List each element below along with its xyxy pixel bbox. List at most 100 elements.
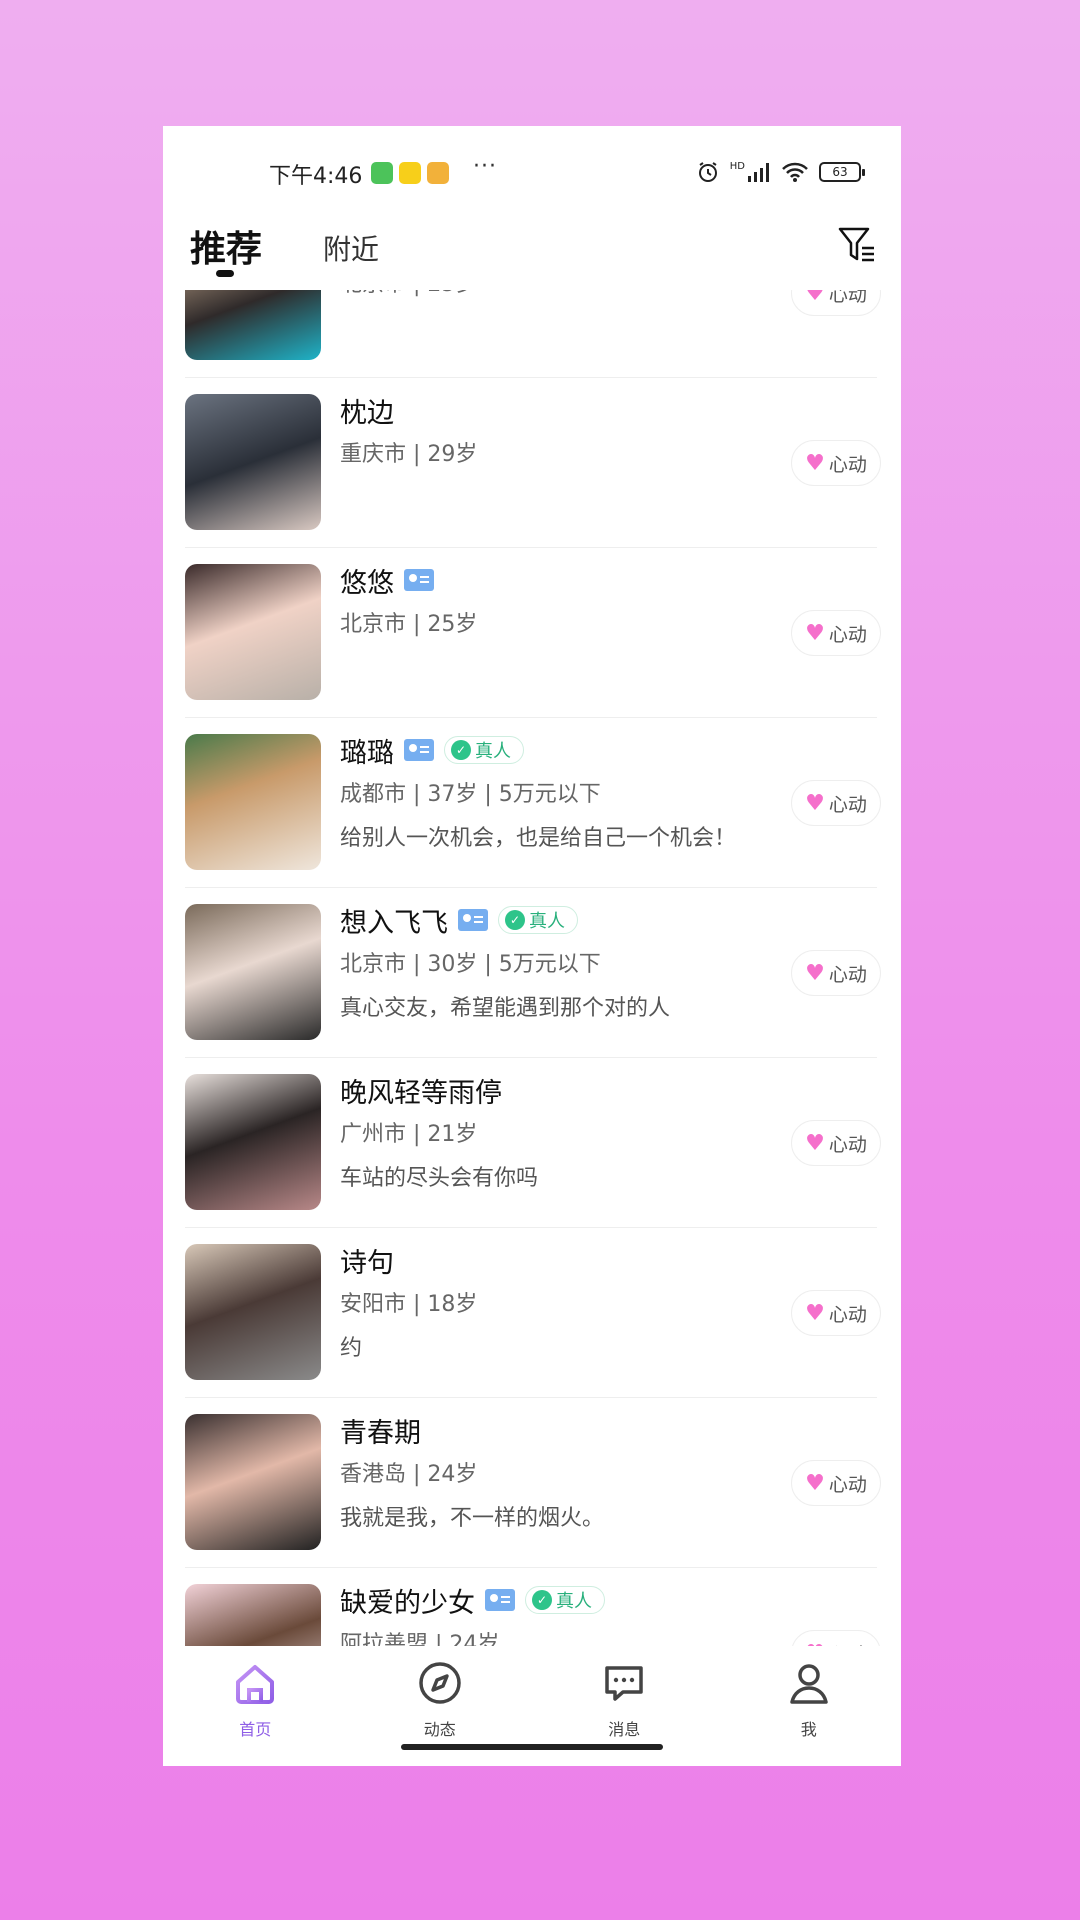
real-person-badge: ✓ 真人 [525, 1586, 605, 1614]
user-info: 缺爱的少女 ✓ 真人阿拉善盟 | 24岁 [340, 1580, 767, 1646]
user-meta: 北京市 | 25岁 [340, 612, 478, 637]
wechat-icon [371, 162, 393, 184]
user-name: 枕边 [340, 397, 394, 429]
nav-item-me[interactable]: 我 [717, 1646, 902, 1766]
user-signature: 给别人一次机会，也是给自己一个机会！ [340, 826, 737, 851]
heart-icon: ♥ [805, 790, 825, 816]
user-info: 璐璐 ✓ 真人 成都市 | 37岁 | 5万元以下 给别人一次机会，也是给自己一个机会！ [340, 730, 767, 852]
user-info: 诗句安阳市 | 18岁约 [340, 1240, 767, 1362]
like-label: 心动 [828, 1473, 867, 1496]
list-item[interactable]: 缺爱的少女 ✓真人阿拉善盟 | 24岁 ♥心动 [185, 1568, 881, 1646]
avatar[interactable] [185, 290, 321, 360]
avatar[interactable] [185, 564, 321, 700]
id-card-icon [404, 739, 434, 761]
list-item[interactable]: 想入飞飞 ✓ 真人北京市 | 30岁 | 5万元以下真心交友，希望能遇到那个对的人 ♥… [185, 888, 881, 1058]
heart-icon: ♥ [805, 450, 825, 476]
wifi-icon [782, 162, 808, 182]
user-list[interactable]: 北京市 | 25岁♥心动枕边重庆市 | 29岁♥心动悠悠北京市 | 25岁♥心动… [163, 290, 901, 1646]
name-row: 璐璐 ✓ 真人 [340, 730, 767, 770]
id-card-icon [485, 1589, 515, 1611]
user-signature: 我就是我，不一样的烟火。 [340, 1506, 605, 1531]
like-label: 心动 [828, 793, 867, 816]
avatar[interactable] [185, 734, 321, 870]
tab-recommend[interactable]: 推荐 [190, 220, 262, 272]
avatar[interactable] [185, 1074, 321, 1210]
like-button[interactable]: ♥心动 [791, 610, 881, 656]
name-row: 缺爱的少女 ✓ 真人 [340, 1580, 767, 1620]
like-button[interactable]: ♥心动 [791, 1120, 881, 1166]
real-person-label: 真人 [475, 741, 511, 762]
app-screen: 下午4:46 ··· HD 63 推荐 附近 北京市 | 25岁♥心动枕边重庆市… [163, 126, 901, 1766]
name-row: 青春期 [340, 1410, 767, 1450]
heart-icon: ♥ [805, 960, 825, 986]
top-tab-bar: 推荐 附近 [163, 210, 901, 290]
user-name: 璐璐 [340, 737, 394, 769]
like-label: 心动 [828, 290, 867, 306]
nav-label-me: 我 [800, 1720, 817, 1739]
user-info: 北京市 | 25岁 [340, 290, 767, 298]
list-item[interactable]: 枕边重庆市 | 29岁 ♥ 心动 [185, 378, 881, 548]
like-button[interactable]: ♥心动 [791, 440, 881, 486]
status-bar: 下午4:46 ··· HD 63 [163, 126, 901, 210]
signal-icon [748, 163, 769, 182]
real-person-label: 真人 [556, 1591, 592, 1612]
user-info: 晚风轻等雨停广州市 | 21岁车站的尽头会有你吗 [340, 1070, 767, 1192]
list-item[interactable]: 悠悠 北京市 | 25岁 ♥ 心动 [185, 548, 881, 718]
user-meta: 安阳市 | 18岁 [340, 1292, 478, 1317]
alarm-icon [698, 162, 717, 182]
avatar[interactable] [185, 1244, 321, 1380]
nav-item-home[interactable]: 首页 [163, 1646, 348, 1766]
like-button[interactable]: ♥心动 [791, 950, 881, 996]
list-item[interactable]: 晚风轻等雨停广州市 | 21岁车站的尽头会有你吗 ♥ 心动 [185, 1058, 881, 1228]
list-item[interactable]: 诗句安阳市 | 18岁约 ♥ 心动 [185, 1228, 881, 1398]
name-row: 想入飞飞 ✓ 真人 [340, 900, 767, 940]
profile-icon [790, 1664, 828, 1704]
like-label: 心动 [828, 453, 867, 476]
user-name: 缺爱的少女 [340, 1587, 475, 1619]
name-row: 诗句 [340, 1240, 767, 1280]
status-right-group: HD 63 [696, 160, 865, 184]
compass-icon [419, 1662, 461, 1704]
chat-icon [605, 1666, 643, 1701]
user-signature: 真心交友，希望能遇到那个对的人 [340, 996, 671, 1021]
active-tab-indicator [216, 270, 234, 277]
network-label: HD [729, 160, 745, 172]
user-name: 想入飞飞 [340, 907, 448, 939]
tab-nearby[interactable]: 附近 [323, 228, 379, 268]
filter-icon[interactable] [837, 224, 877, 266]
user-meta: 香港岛 | 24岁 [340, 1462, 478, 1487]
avatar[interactable] [185, 1584, 321, 1646]
user-meta: 重庆市 | 29岁 [340, 442, 478, 467]
user-info: 枕边重庆市 | 29岁 [340, 390, 767, 468]
meituan-icon [399, 162, 421, 184]
id-card-icon [404, 569, 434, 591]
user-meta: 北京市 | 30岁 | 5万元以下 [340, 952, 601, 977]
heart-icon: ♥ [805, 1300, 825, 1326]
verified-check-icon: ✓ [451, 740, 471, 760]
like-button[interactable]: ♥心动 [791, 780, 881, 826]
like-label: 心动 [828, 1133, 867, 1156]
list-item[interactable]: 青春期香港岛 | 24岁我就是我，不一样的烟火。 ♥ 心动 [185, 1398, 881, 1568]
like-button[interactable]: ♥心动 [791, 290, 881, 316]
like-button[interactable]: ♥心动 [791, 1290, 881, 1336]
nav-label-messages: 消息 [608, 1720, 641, 1739]
avatar[interactable] [185, 904, 321, 1040]
avatar[interactable] [185, 394, 321, 530]
real-person-label: 真人 [529, 911, 565, 932]
like-label: 心动 [828, 963, 867, 986]
home-indicator [401, 1744, 663, 1750]
list-item[interactable]: 北京市 | 25岁 ♥心动 [185, 290, 881, 378]
user-signature: 约 [340, 1336, 363, 1361]
avatar[interactable] [185, 1414, 321, 1550]
user-name: 晚风轻等雨停 [340, 1077, 502, 1109]
heart-icon: ♥ [805, 620, 825, 646]
like-button[interactable]: ♥心动 [791, 1630, 881, 1646]
battery-indicator: 63 [819, 162, 865, 182]
id-card-icon [458, 909, 488, 931]
real-person-badge: ✓ 真人 [444, 736, 524, 764]
user-meta: 阿拉善盟 | 24岁 [340, 1632, 500, 1646]
user-signature: 车站的尽头会有你吗 [340, 1166, 539, 1191]
user-meta: 广州市 | 21岁 [340, 1122, 478, 1147]
like-button[interactable]: ♥心动 [791, 1460, 881, 1506]
list-item[interactable]: 璐璐 ✓ 真人 成都市 | 37岁 | 5万元以下 给别人一次机会，也是给自己一个机会！… [185, 718, 881, 888]
